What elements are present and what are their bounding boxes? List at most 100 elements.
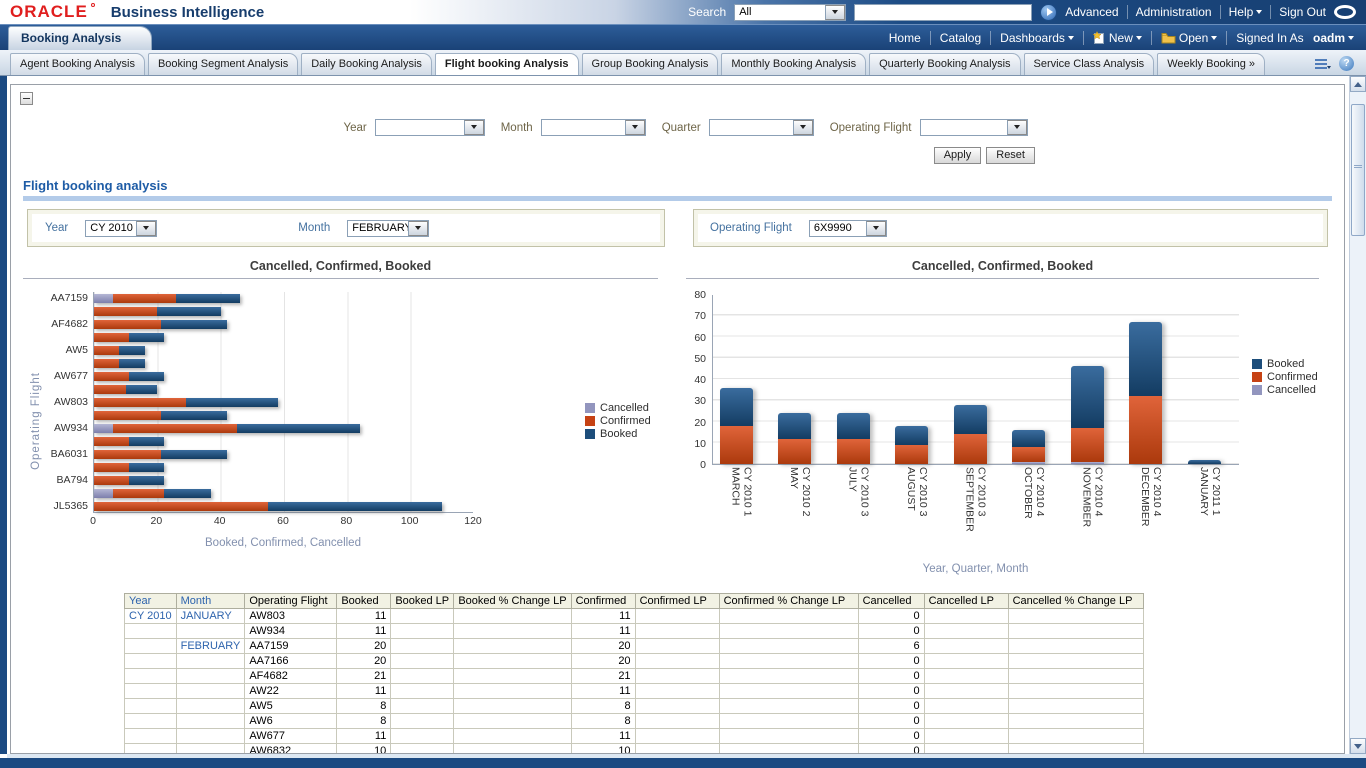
page-options-icon[interactable]	[1314, 57, 1332, 71]
apply-button[interactable]: Apply	[934, 147, 982, 164]
dashboards-menu[interactable]: Dashboards	[1000, 31, 1074, 45]
bar-segment-confirmed[interactable]	[94, 320, 161, 329]
bar-segment-cancelled[interactable]	[1071, 462, 1104, 464]
bar-segment-booked[interactable]	[778, 413, 811, 439]
bar-segment-booked[interactable]	[119, 359, 144, 368]
new-menu[interactable]: New	[1093, 31, 1142, 45]
bar-segment-confirmed[interactable]	[94, 476, 129, 485]
advanced-link[interactable]: Advanced	[1065, 5, 1118, 19]
bar-segment-confirmed[interactable]	[94, 372, 129, 381]
bar-segment-booked[interactable]	[129, 372, 164, 381]
chevron-down-icon[interactable]	[1007, 120, 1027, 135]
bar-segment-cancelled[interactable]	[94, 489, 113, 498]
bar-segment-confirmed[interactable]	[94, 437, 129, 446]
chevron-down-icon[interactable]	[408, 221, 428, 236]
bar-segment-confirmed[interactable]	[94, 307, 157, 316]
chevron-down-icon[interactable]	[793, 120, 813, 135]
bar-segment-booked[interactable]	[129, 333, 164, 342]
administration-link[interactable]: Administration	[1136, 5, 1212, 19]
sign-out-link[interactable]: Sign Out	[1279, 5, 1326, 19]
bar-segment-booked[interactable]	[161, 411, 228, 420]
prompt-select-operating-flight[interactable]	[920, 119, 1028, 136]
bar-segment-booked[interactable]	[161, 320, 228, 329]
bar-segment-confirmed[interactable]	[113, 489, 164, 498]
bar-segment-confirmed[interactable]	[94, 450, 161, 459]
subtab-flight-booking-analysis[interactable]: Flight booking Analysis	[435, 53, 579, 75]
collapse-section-button[interactable]	[20, 92, 33, 105]
bar-segment-confirmed[interactable]	[94, 502, 268, 511]
cell-month[interactable]: JANUARY	[176, 609, 245, 624]
column-header-year[interactable]: Year	[125, 594, 177, 609]
bar-segment-confirmed[interactable]	[1129, 396, 1162, 464]
bar-segment-booked[interactable]	[176, 294, 239, 303]
filter-select-year[interactable]: CY 2010	[85, 220, 157, 237]
column-header-month[interactable]: Month	[176, 594, 245, 609]
bar-segment-booked[interactable]	[1071, 366, 1104, 428]
bar-segment-confirmed[interactable]	[94, 333, 129, 342]
open-menu[interactable]: Open	[1161, 31, 1217, 45]
bar-segment-confirmed[interactable]	[778, 439, 811, 465]
bar-segment-booked[interactable]	[186, 398, 278, 407]
bar-segment-confirmed[interactable]	[954, 434, 987, 464]
bar-segment-confirmed[interactable]	[94, 411, 161, 420]
cell-year[interactable]: CY 2010	[125, 609, 177, 624]
scrollbar-thumb[interactable]	[1351, 104, 1365, 236]
chevron-down-icon[interactable]	[866, 221, 886, 236]
subtab-quarterly-booking-analysis[interactable]: Quarterly Booking Analysis	[869, 53, 1020, 75]
bar-segment-booked[interactable]	[268, 502, 442, 511]
bar-segment-booked[interactable]	[1012, 430, 1045, 447]
bar-segment-booked[interactable]	[720, 388, 753, 426]
subtab-group-booking-analysis[interactable]: Group Booking Analysis	[582, 53, 719, 75]
bar-segment-booked[interactable]	[237, 424, 361, 433]
bar-segment-booked[interactable]	[161, 450, 228, 459]
filter-select-month[interactable]: FEBRUARY	[347, 220, 429, 237]
filter-select-operating-flight[interactable]: 6X9990	[809, 220, 887, 237]
bar-segment-confirmed[interactable]	[113, 424, 237, 433]
bar-segment-confirmed[interactable]	[94, 463, 129, 472]
bar-segment-booked[interactable]	[895, 426, 928, 445]
bar-segment-booked[interactable]	[157, 307, 220, 316]
bar-segment-confirmed[interactable]	[1071, 428, 1104, 462]
bar-segment-booked[interactable]	[119, 346, 144, 355]
catalog-link[interactable]: Catalog	[940, 31, 981, 45]
bar-segment-booked[interactable]	[129, 463, 164, 472]
bar-segment-confirmed[interactable]	[113, 294, 176, 303]
bar-segment-booked[interactable]	[129, 476, 164, 485]
bar-segment-booked[interactable]	[954, 405, 987, 435]
subtab-booking-segment-analysis[interactable]: Booking Segment Analysis	[148, 53, 298, 75]
bar-segment-booked[interactable]	[1188, 460, 1221, 464]
search-scope-select[interactable]: All	[734, 4, 846, 21]
signed-in-as-menu[interactable]: Signed In As oadm	[1236, 31, 1354, 45]
scroll-down-button[interactable]	[1350, 738, 1366, 754]
search-go-button[interactable]	[1040, 4, 1057, 21]
prompt-select-month[interactable]	[541, 119, 646, 136]
chevron-down-icon[interactable]	[825, 5, 845, 20]
chevron-down-icon[interactable]	[625, 120, 645, 135]
bar-segment-cancelled[interactable]	[1012, 462, 1045, 464]
help-menu[interactable]: Help	[1229, 5, 1263, 19]
bar-segment-cancelled[interactable]	[94, 424, 113, 433]
bar-segment-booked[interactable]	[837, 413, 870, 439]
bar-segment-confirmed[interactable]	[94, 359, 119, 368]
dashboard-tab-booking-analysis[interactable]: Booking Analysis	[8, 26, 152, 50]
help-icon[interactable]: ?	[1339, 56, 1354, 71]
bar-segment-confirmed[interactable]	[94, 398, 186, 407]
bar-segment-booked[interactable]	[164, 489, 212, 498]
subtab-monthly-booking-analysis[interactable]: Monthly Booking Analysis	[721, 53, 866, 75]
bar-segment-booked[interactable]	[1129, 322, 1162, 396]
subtab-agent-booking-analysis[interactable]: Agent Booking Analysis	[10, 53, 145, 75]
bar-segment-confirmed[interactable]	[94, 385, 126, 394]
bar-segment-confirmed[interactable]	[720, 426, 753, 464]
bar-segment-confirmed[interactable]	[94, 346, 119, 355]
bar-segment-confirmed[interactable]	[1012, 447, 1045, 462]
subtab-daily-booking-analysis[interactable]: Daily Booking Analysis	[301, 53, 432, 75]
prompt-select-quarter[interactable]	[709, 119, 814, 136]
chevron-down-icon[interactable]	[136, 221, 156, 236]
vertical-scrollbar[interactable]	[1349, 76, 1366, 754]
prompt-select-year[interactable]	[375, 119, 485, 136]
bar-segment-confirmed[interactable]	[895, 445, 928, 464]
search-input[interactable]	[854, 4, 1032, 21]
subtab-weekly-booking[interactable]: Weekly Booking »	[1157, 53, 1265, 75]
subtab-service-class-analysis[interactable]: Service Class Analysis	[1024, 53, 1155, 75]
cell-month[interactable]: FEBRUARY	[176, 639, 245, 654]
